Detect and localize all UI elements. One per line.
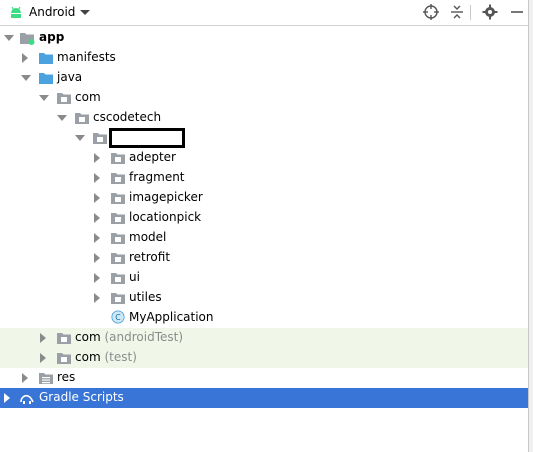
tree-node-app[interactable]: app [0, 28, 528, 48]
chevron-right-icon[interactable] [94, 173, 100, 183]
tree-label-suffix: (androidTest) [104, 330, 184, 344]
tree-label: utiles [129, 290, 162, 304]
chevron-right-icon[interactable] [94, 233, 100, 243]
tree-label: com (androidTest) [75, 330, 183, 344]
tree-node-ui[interactable]: ui [0, 268, 528, 288]
tree-label: com [75, 90, 101, 104]
tree-node-model[interactable]: model [0, 228, 528, 248]
tree-node-fragment[interactable]: fragment [0, 168, 528, 188]
tree-node-redacted-package[interactable] [0, 128, 528, 148]
chevron-right-icon[interactable] [4, 393, 10, 403]
package-icon [57, 353, 71, 364]
tree-label: app [39, 30, 65, 44]
tree-node-locationpick[interactable]: locationpick [0, 208, 528, 228]
chevron-right-icon[interactable] [94, 193, 100, 203]
package-icon [75, 113, 89, 124]
chevron-right-icon[interactable] [94, 293, 100, 303]
tree-label: cscodetech [93, 110, 162, 124]
class-icon-letter: C [115, 313, 121, 322]
package-icon [93, 133, 107, 144]
package-icon [111, 213, 125, 224]
tree-node-com[interactable]: com [0, 88, 528, 108]
tree-label: ui [129, 270, 140, 284]
tree-node-com-test[interactable]: com (test) [0, 348, 528, 368]
package-icon [57, 93, 71, 104]
chevron-down-icon[interactable] [39, 95, 49, 101]
folder-icon [39, 53, 53, 64]
tree-node-cscodetech[interactable]: cscodetech [0, 108, 528, 128]
redacted-label [109, 128, 185, 148]
tree-node-utiles[interactable]: utiles [0, 288, 528, 308]
class-icon: C [111, 310, 125, 324]
package-icon [111, 293, 125, 304]
package-icon [111, 253, 125, 264]
folder-icon [39, 73, 53, 84]
chevron-right-icon[interactable] [40, 333, 46, 343]
tree-node-gradle-scripts[interactable]: Gradle Scripts [0, 388, 528, 408]
tree-label: retrofit [129, 250, 171, 264]
project-view-selector[interactable]: Android [29, 5, 75, 19]
chevron-down-icon[interactable] [57, 115, 67, 121]
tree-label: java [57, 70, 83, 84]
tree-node-retrofit[interactable]: retrofit [0, 248, 528, 268]
tree-label: fragment [129, 170, 185, 184]
collapse-all-icon[interactable] [448, 3, 466, 21]
tree-label: Gradle Scripts [39, 390, 124, 404]
tree-label: imagepicker [129, 190, 203, 204]
tree-node-res[interactable]: res [0, 368, 528, 388]
minimize-icon[interactable] [508, 3, 526, 21]
chevron-down-icon[interactable] [80, 10, 90, 15]
resource-folder-icon [39, 373, 53, 384]
tree-label: res [57, 370, 76, 384]
chevron-right-icon[interactable] [94, 273, 100, 283]
toolbar-divider [470, 5, 471, 20]
package-icon [111, 193, 125, 204]
tree-label-suffix: (test) [104, 350, 137, 364]
chevron-down-icon[interactable] [21, 75, 31, 81]
tree-label: com (test) [75, 350, 137, 364]
chevron-right-icon[interactable] [40, 353, 46, 363]
chevron-right-icon[interactable] [94, 213, 100, 223]
gradle-icon [20, 394, 34, 404]
package-icon [111, 273, 125, 284]
tree-label: MyApplication [129, 310, 214, 324]
tree-node-adepter[interactable]: adepter [0, 148, 528, 168]
chevron-down-icon[interactable] [75, 135, 85, 141]
tree-label: locationpick [129, 210, 202, 224]
target-icon[interactable] [422, 3, 440, 21]
tree-node-myapplication[interactable]: C MyApplication [0, 308, 528, 328]
tree-label: adepter [129, 150, 176, 164]
tree-label: model [129, 230, 167, 244]
panel-edge [528, 0, 533, 452]
project-toolbar: Android [0, 0, 528, 26]
gear-icon[interactable] [481, 3, 499, 21]
package-icon [111, 173, 125, 184]
package-icon [57, 333, 71, 344]
tree-node-com-androidtest[interactable]: com (androidTest) [0, 328, 528, 348]
chevron-right-icon[interactable] [94, 153, 100, 163]
chevron-right-icon[interactable] [94, 253, 100, 263]
package-icon [111, 233, 125, 244]
tree-node-java[interactable]: java [0, 68, 528, 88]
tree-node-imagepicker[interactable]: imagepicker [0, 188, 528, 208]
tree-node-manifests[interactable]: manifests [0, 48, 528, 68]
module-folder-icon [20, 33, 35, 45]
android-icon [11, 6, 21, 18]
tree-label-name: com [75, 350, 101, 364]
tree-label-name: com [75, 330, 101, 344]
chevron-right-icon[interactable] [22, 53, 28, 63]
package-icon [111, 153, 125, 164]
chevron-right-icon[interactable] [22, 373, 28, 383]
tree-label: manifests [57, 50, 116, 64]
chevron-down-icon[interactable] [4, 35, 14, 41]
